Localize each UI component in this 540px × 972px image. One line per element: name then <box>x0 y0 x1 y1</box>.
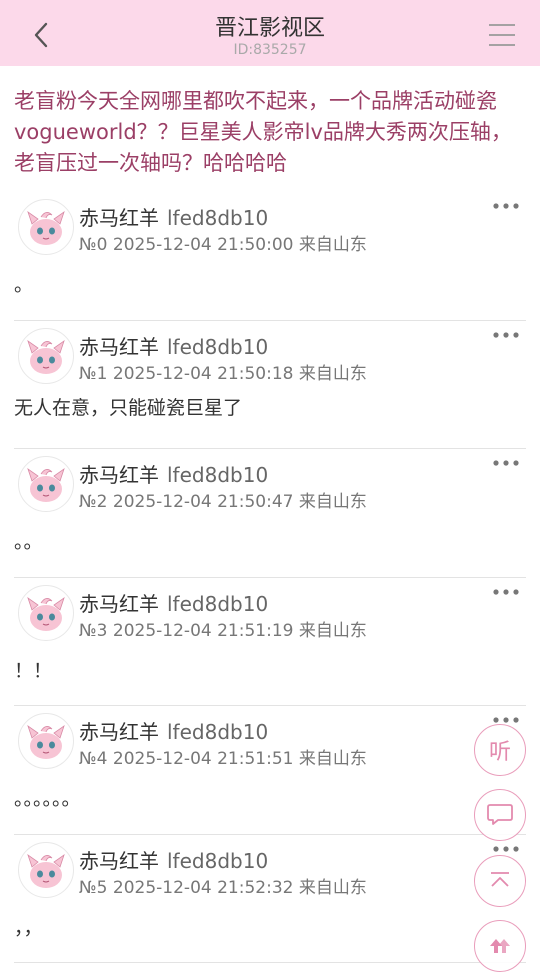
author-name: 赤马红羊 <box>79 720 159 744</box>
avatar[interactable] <box>18 456 74 512</box>
author-id: lfed8db10 <box>167 206 269 230</box>
author-name: 赤马红羊 <box>79 591 159 616</box>
post-author[interactable]: 赤马红羊 lfed8db10 <box>79 716 268 745</box>
post-author[interactable]: 赤马红羊 lfed8db10 <box>79 459 268 488</box>
post-meta: №3 2025-12-04 21:51:19 来自山东 <box>79 620 367 641</box>
post-item: 赤马红羊 lfed8db10 №1 2025-12-04 21:50:18 来自山… <box>14 321 526 449</box>
post-content: 。。 <box>14 531 43 553</box>
jigglypuff-avatar-icon <box>27 853 65 888</box>
more-options-icon[interactable] <box>492 584 520 600</box>
post-item: 赤马红羊 lfed8db10 №2 2025-12-04 21:50:47 来自山… <box>14 449 526 578</box>
post-item: 赤马红羊 lfed8db10 №4 2025-12-04 21:51:51 来自山… <box>14 706 526 835</box>
avatar[interactable] <box>18 584 74 641</box>
author-id: lfed8db10 <box>167 591 269 616</box>
post-author[interactable]: 赤马红羊 lfed8db10 <box>79 331 268 360</box>
post-item: 赤马红羊 lfed8db10 №5 2025-12-04 21:52:32 来自山… <box>14 835 526 963</box>
jigglypuff-avatar-icon <box>27 596 65 631</box>
listen-label: 听 <box>488 740 511 765</box>
more-options-icon[interactable] <box>492 841 520 857</box>
thread-id: ID:835257 <box>233 42 307 58</box>
post-author[interactable]: 赤马红羊 lfed8db10 <box>79 845 268 874</box>
menu-icon[interactable] <box>488 22 516 48</box>
author-id: lfed8db10 <box>167 848 269 873</box>
avatar[interactable] <box>18 199 74 255</box>
more-options-icon[interactable] <box>492 327 520 343</box>
post-content: ，， <box>14 916 43 939</box>
jigglypuff-avatar-icon <box>27 339 65 374</box>
author-name: 赤马红羊 <box>79 334 159 359</box>
thread-title: 老盲粉今天全网哪里都吹不起来，一个品牌活动碰瓷vogueworld？？巨星美人影… <box>14 89 512 175</box>
scroll-top-icon <box>491 872 509 887</box>
post-list: 赤马红羊 lfed8db10 №0 2025-12-04 21:50:00 来自山… <box>14 192 526 963</box>
post-meta: №2 2025-12-04 21:50:47 来自山东 <box>79 492 367 512</box>
chat-icon <box>487 804 513 825</box>
post-content: 无人在意，只能碰瓷巨星了 <box>14 396 243 419</box>
top-bar: 晋江影视区 ID:835257 <box>0 0 540 66</box>
post-content: ！！ <box>14 659 53 682</box>
post-meta: №5 2025-12-04 21:52:32 来自山东 <box>79 877 367 898</box>
avatar[interactable] <box>18 713 74 769</box>
listen-button[interactable]: 听 <box>474 724 526 776</box>
refresh-button[interactable] <box>474 920 526 972</box>
author-name: 赤马红羊 <box>79 463 159 487</box>
post-content: 。。。。。。 <box>14 788 81 810</box>
avatar[interactable] <box>18 841 74 898</box>
comment-button[interactable] <box>474 789 526 841</box>
post-item: 赤马红羊 lfed8db10 №3 2025-12-04 21:51:19 来自山… <box>14 578 526 706</box>
post-meta: №0 2025-12-04 21:50:00 来自山东 <box>79 235 367 255</box>
refresh-icon <box>490 939 510 953</box>
post-author[interactable]: 赤马红羊 lfed8db10 <box>79 588 268 617</box>
author-name: 赤马红羊 <box>79 848 159 873</box>
post-author[interactable]: 赤马红羊 lfed8db10 <box>79 202 268 231</box>
jigglypuff-avatar-icon <box>27 210 65 245</box>
jigglypuff-avatar-icon <box>27 724 65 759</box>
author-id: lfed8db10 <box>167 720 269 744</box>
avatar[interactable] <box>18 327 74 384</box>
post-content: 。 <box>14 274 34 296</box>
post-item: 赤马红羊 lfed8db10 №0 2025-12-04 21:50:00 来自山… <box>14 192 526 321</box>
page-title: 晋江影视区 <box>214 16 325 41</box>
scroll-top-button[interactable] <box>474 855 526 907</box>
post-meta: №1 2025-12-04 21:50:18 来自山东 <box>79 363 367 384</box>
jigglypuff-avatar-icon <box>27 467 65 502</box>
post-meta: №4 2025-12-04 21:51:51 来自山东 <box>79 749 367 769</box>
author-id: lfed8db10 <box>167 463 269 487</box>
author-name: 赤马红羊 <box>79 206 159 230</box>
more-options-icon[interactable] <box>492 198 520 214</box>
author-id: lfed8db10 <box>167 334 269 359</box>
more-options-icon[interactable] <box>492 455 520 471</box>
